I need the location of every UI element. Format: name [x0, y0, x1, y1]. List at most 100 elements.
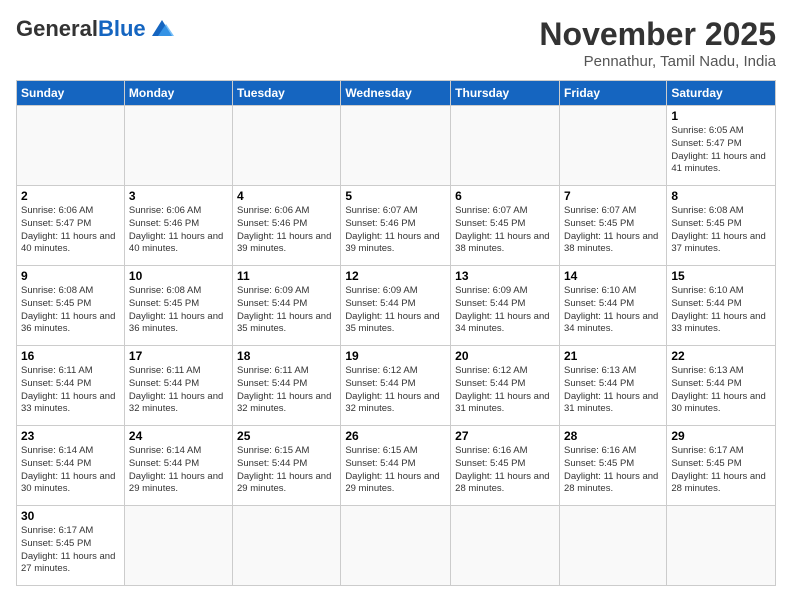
day-number: 26 — [345, 429, 446, 443]
day-info: Sunrise: 6:10 AM Sunset: 5:44 PM Dayligh… — [671, 285, 771, 336]
title-block: November 2025 Pennathur, Tamil Nadu, Ind… — [539, 16, 776, 70]
calendar-cell: 29 Sunrise: 6:17 AM Sunset: 5:45 PM Dayli… — [667, 426, 776, 506]
weekday-header-saturday: Saturday — [667, 81, 776, 106]
month-title: November 2025 — [539, 16, 776, 53]
day-info: Sunrise: 6:16 AM Sunset: 5:45 PM Dayligh… — [564, 445, 662, 496]
calendar-week-row: 30 Sunrise: 6:17 AM Sunset: 5:45 PM Dayli… — [17, 506, 776, 586]
day-info: Sunrise: 6:15 AM Sunset: 5:44 PM Dayligh… — [237, 445, 336, 496]
calendar-cell: 5 Sunrise: 6:07 AM Sunset: 5:46 PM Daylig… — [341, 186, 451, 266]
day-number: 17 — [129, 349, 228, 363]
day-info: Sunrise: 6:09 AM Sunset: 5:44 PM Dayligh… — [345, 285, 446, 336]
day-info: Sunrise: 6:05 AM Sunset: 5:47 PM Dayligh… — [671, 125, 771, 176]
page-header: General Blue November 2025 Pennathur, Ta… — [16, 16, 776, 70]
calendar-cell — [124, 106, 232, 186]
calendar-cell: 16Sunrise: 6:11 AM Sunset: 5:44 PM Dayli… — [17, 346, 125, 426]
day-info: Sunrise: 6:06 AM Sunset: 5:46 PM Dayligh… — [237, 205, 336, 256]
calendar-cell — [451, 106, 560, 186]
day-number: 11 — [237, 269, 336, 283]
day-info: Sunrise: 6:08 AM Sunset: 5:45 PM Dayligh… — [671, 205, 771, 256]
day-number: 30 — [21, 509, 120, 523]
day-number: 18 — [237, 349, 336, 363]
day-number: 8 — [671, 189, 771, 203]
calendar-cell — [667, 506, 776, 586]
calendar-cell: 2Sunrise: 6:06 AM Sunset: 5:47 PM Daylig… — [17, 186, 125, 266]
day-number: 6 — [455, 189, 555, 203]
day-info: Sunrise: 6:11 AM Sunset: 5:44 PM Dayligh… — [129, 365, 228, 416]
calendar-cell: 28 Sunrise: 6:16 AM Sunset: 5:45 PM Dayli… — [559, 426, 666, 506]
day-number: 19 — [345, 349, 446, 363]
calendar-cell: 10Sunrise: 6:08 AM Sunset: 5:45 PM Dayli… — [124, 266, 232, 346]
day-number: 13 — [455, 269, 555, 283]
day-number: 4 — [237, 189, 336, 203]
calendar-cell — [124, 506, 232, 586]
calendar-cell: 14 Sunrise: 6:10 AM Sunset: 5:44 PM Dayli… — [559, 266, 666, 346]
day-info: Sunrise: 6:09 AM Sunset: 5:44 PM Dayligh… — [237, 285, 336, 336]
day-info: Sunrise: 6:12 AM Sunset: 5:44 PM Dayligh… — [345, 365, 446, 416]
calendar-cell: 17 Sunrise: 6:11 AM Sunset: 5:44 PM Dayli… — [124, 346, 232, 426]
day-info: Sunrise: 6:17 AM Sunset: 5:45 PM Dayligh… — [671, 445, 771, 496]
day-number: 5 — [345, 189, 446, 203]
calendar-week-row: 1Sunrise: 6:05 AM Sunset: 5:47 PM Daylig… — [17, 106, 776, 186]
weekday-header-thursday: Thursday — [451, 81, 560, 106]
calendar-cell — [17, 106, 125, 186]
calendar-cell: 21Sunrise: 6:13 AM Sunset: 5:44 PM Dayli… — [559, 346, 666, 426]
calendar-cell — [341, 506, 451, 586]
logo-icon — [148, 18, 176, 40]
calendar-cell — [451, 506, 560, 586]
day-number: 29 — [671, 429, 771, 443]
day-info: Sunrise: 6:14 AM Sunset: 5:44 PM Dayligh… — [21, 445, 120, 496]
weekday-header-friday: Friday — [559, 81, 666, 106]
calendar-week-row: 16 Sunrise: 6:11 AM Sunset: 5:44 PM Dayli… — [17, 346, 776, 426]
day-info: Sunrise: 6:17 AM Sunset: 5:45 PM Dayligh… — [21, 525, 120, 576]
logo-general-text: General — [16, 16, 98, 42]
calendar-cell: 9Sunrise: 6:08 AM Sunset: 5:45 PM Daylig… — [17, 266, 125, 346]
day-info: Sunrise: 6:16 AM Sunset: 5:45 PM Dayligh… — [455, 445, 555, 496]
day-info: Sunrise: 6:07 AM Sunset: 5:46 PM Dayligh… — [345, 205, 446, 256]
calendar-cell: 23 Sunrise: 6:14 AM Sunset: 5:44 PM Dayli… — [17, 426, 125, 506]
day-number: 7 — [564, 189, 662, 203]
calendar-cell: 27 Sunrise: 6:16 AM Sunset: 5:45 PM Dayli… — [451, 426, 560, 506]
day-number: 16 — [21, 349, 120, 363]
calendar-cell: 20Sunrise: 6:12 AM Sunset: 5:44 PM Dayli… — [451, 346, 560, 426]
calendar-cell: 18 Sunrise: 6:11 AM Sunset: 5:44 PM Dayli… — [233, 346, 341, 426]
calendar-cell: 8 Sunrise: 6:08 AM Sunset: 5:45 PM Daylig… — [667, 186, 776, 266]
calendar-cell: 11 Sunrise: 6:09 AM Sunset: 5:44 PM Dayli… — [233, 266, 341, 346]
day-info: Sunrise: 6:13 AM Sunset: 5:44 PM Dayligh… — [564, 365, 662, 416]
calendar-cell: 24 Sunrise: 6:14 AM Sunset: 5:44 PM Dayli… — [124, 426, 232, 506]
calendar-cell: 12Sunrise: 6:09 AM Sunset: 5:44 PM Dayli… — [341, 266, 451, 346]
location: Pennathur, Tamil Nadu, India — [539, 53, 776, 70]
day-number: 28 — [564, 429, 662, 443]
calendar-cell: 25Sunrise: 6:15 AM Sunset: 5:44 PM Dayli… — [233, 426, 341, 506]
weekday-header-tuesday: Tuesday — [233, 81, 341, 106]
day-number: 3 — [129, 189, 228, 203]
day-info: Sunrise: 6:13 AM Sunset: 5:44 PM Dayligh… — [671, 365, 771, 416]
weekday-header-wednesday: Wednesday — [341, 81, 451, 106]
calendar-cell: 6Sunrise: 6:07 AM Sunset: 5:45 PM Daylig… — [451, 186, 560, 266]
calendar-cell: 19 Sunrise: 6:12 AM Sunset: 5:44 PM Dayli… — [341, 346, 451, 426]
day-info: Sunrise: 6:10 AM Sunset: 5:44 PM Dayligh… — [564, 285, 662, 336]
calendar-cell — [233, 506, 341, 586]
day-number: 27 — [455, 429, 555, 443]
day-number: 20 — [455, 349, 555, 363]
calendar-cell: 1Sunrise: 6:05 AM Sunset: 5:47 PM Daylig… — [667, 106, 776, 186]
calendar-week-row: 9Sunrise: 6:08 AM Sunset: 5:45 PM Daylig… — [17, 266, 776, 346]
calendar-cell — [559, 506, 666, 586]
day-info: Sunrise: 6:09 AM Sunset: 5:44 PM Dayligh… — [455, 285, 555, 336]
weekday-header-row: SundayMondayTuesdayWednesdayThursdayFrid… — [17, 81, 776, 106]
day-number: 14 — [564, 269, 662, 283]
day-number: 24 — [129, 429, 228, 443]
calendar-cell — [341, 106, 451, 186]
calendar-cell: 22Sunrise: 6:13 AM Sunset: 5:44 PM Dayli… — [667, 346, 776, 426]
day-info: Sunrise: 6:14 AM Sunset: 5:44 PM Dayligh… — [129, 445, 228, 496]
calendar-cell: 26Sunrise: 6:15 AM Sunset: 5:44 PM Dayli… — [341, 426, 451, 506]
calendar-cell — [233, 106, 341, 186]
weekday-header-sunday: Sunday — [17, 81, 125, 106]
calendar-cell: 15Sunrise: 6:10 AM Sunset: 5:44 PM Dayli… — [667, 266, 776, 346]
day-number: 10 — [129, 269, 228, 283]
calendar-cell: 7Sunrise: 6:07 AM Sunset: 5:45 PM Daylig… — [559, 186, 666, 266]
day-number: 23 — [21, 429, 120, 443]
day-info: Sunrise: 6:11 AM Sunset: 5:44 PM Dayligh… — [237, 365, 336, 416]
day-info: Sunrise: 6:06 AM Sunset: 5:46 PM Dayligh… — [129, 205, 228, 256]
calendar-cell — [559, 106, 666, 186]
weekday-header-monday: Monday — [124, 81, 232, 106]
